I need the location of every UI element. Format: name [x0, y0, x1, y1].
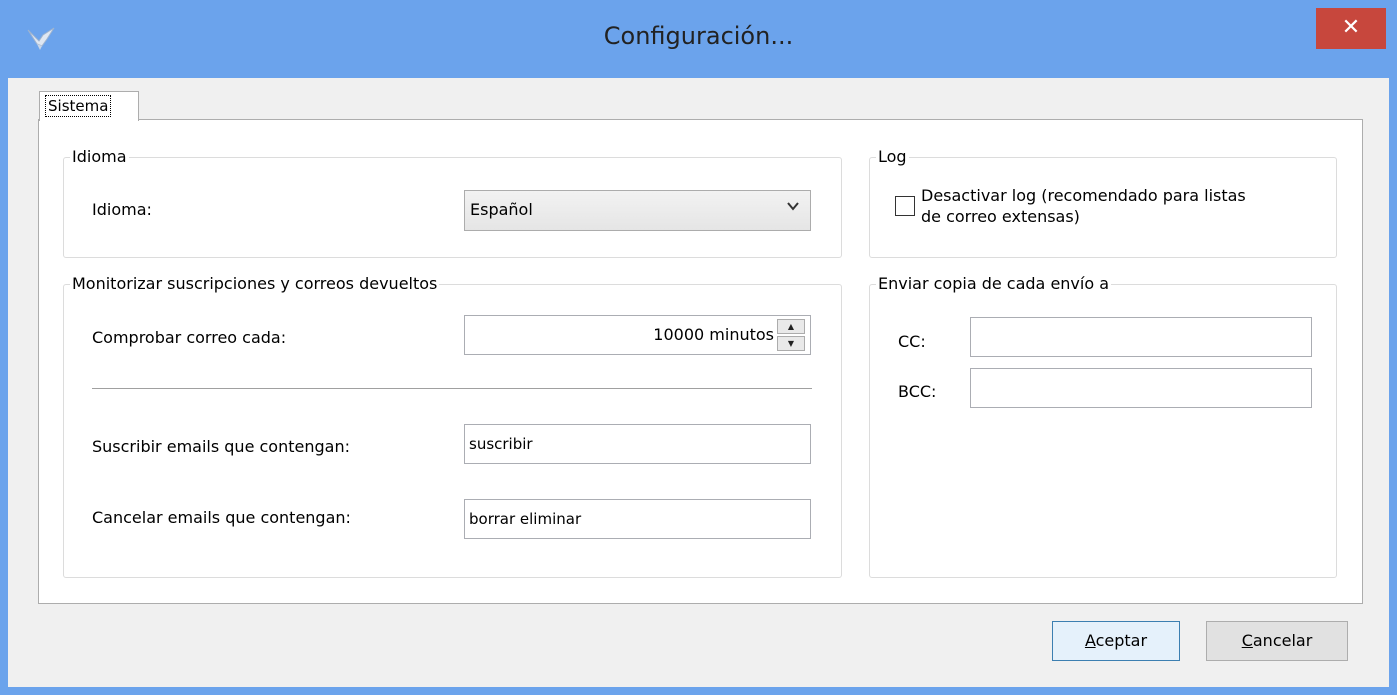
check-interval-label: Comprobar correo cada:	[92, 328, 287, 347]
monitor-group: Monitorizar suscripciones y correos devu…	[63, 274, 842, 578]
arrow-up-icon[interactable]: ▲	[777, 319, 805, 334]
bcc-label: BCC:	[898, 382, 937, 401]
log-group: Log Desactivar log (recomendado para lis…	[869, 147, 1337, 258]
cancel-label-rest: ancelar	[1252, 631, 1313, 650]
bcc-input[interactable]	[970, 368, 1312, 408]
cancel-mnemonic: C	[1241, 631, 1253, 650]
idioma-group-legend: Idioma	[70, 147, 129, 167]
close-icon: ✕	[1341, 15, 1361, 40]
check-interval-stepper[interactable]: 10000 minutos ▲ ▼	[464, 315, 811, 355]
tab-sistema-label: Sistema	[45, 95, 112, 117]
close-button[interactable]: ✕	[1316, 8, 1386, 49]
arrow-down-icon[interactable]: ▼	[777, 336, 805, 351]
cc-label: CC:	[898, 332, 926, 351]
config-window: Configuración... ✕ Sistema Idioma Idioma…	[0, 0, 1397, 695]
tab-panel-sistema: Idioma Idioma: Español Monitorizar suscr…	[38, 119, 1363, 604]
subscribe-label: Suscribir emails que contengan:	[92, 437, 350, 456]
accept-label-rest: ceptar	[1095, 631, 1148, 650]
log-group-legend: Log	[876, 147, 909, 167]
idioma-group: Idioma Idioma: Español	[63, 147, 842, 258]
tab-sistema[interactable]: Sistema	[39, 91, 139, 121]
disable-log-label-line2[interactable]: de correo extensas)	[921, 207, 1080, 226]
disable-log-checkbox[interactable]	[895, 196, 915, 216]
accept-mnemonic: A	[1084, 631, 1096, 650]
language-select[interactable]: Español	[464, 190, 811, 231]
monitor-separator	[92, 388, 812, 389]
cc-input[interactable]	[970, 317, 1312, 357]
check-interval-value: 10000 minutos	[653, 325, 774, 344]
cancel-button[interactable]: Cancelar	[1206, 621, 1348, 661]
chevron-down-icon	[786, 199, 800, 217]
monitor-group-legend: Monitorizar suscripciones y correos devu…	[70, 274, 440, 294]
language-select-value: Español	[470, 200, 533, 219]
title-bar[interactable]: Configuración... ✕	[0, 0, 1397, 78]
copy-group-legend: Enviar copia de cada envío a	[876, 274, 1112, 294]
subscribe-input[interactable]: suscribir	[464, 424, 811, 464]
cancel-label: Cancelar emails que contengan:	[92, 508, 351, 527]
disable-log-label-line1[interactable]: Desactivar log (recomendado para listas	[921, 186, 1246, 205]
check-interval-spin-buttons: ▲ ▼	[777, 319, 807, 351]
window-title: Configuración...	[603, 22, 794, 50]
cancel-input[interactable]: borrar eliminar	[464, 499, 811, 539]
copy-group: Enviar copia de cada envío a CC: BCC:	[869, 274, 1337, 578]
dialog-client-area: Sistema Idioma Idioma: Español Monitoriz…	[8, 78, 1389, 687]
accept-button[interactable]: Aceptar	[1052, 621, 1180, 661]
idioma-label: Idioma:	[92, 200, 152, 219]
